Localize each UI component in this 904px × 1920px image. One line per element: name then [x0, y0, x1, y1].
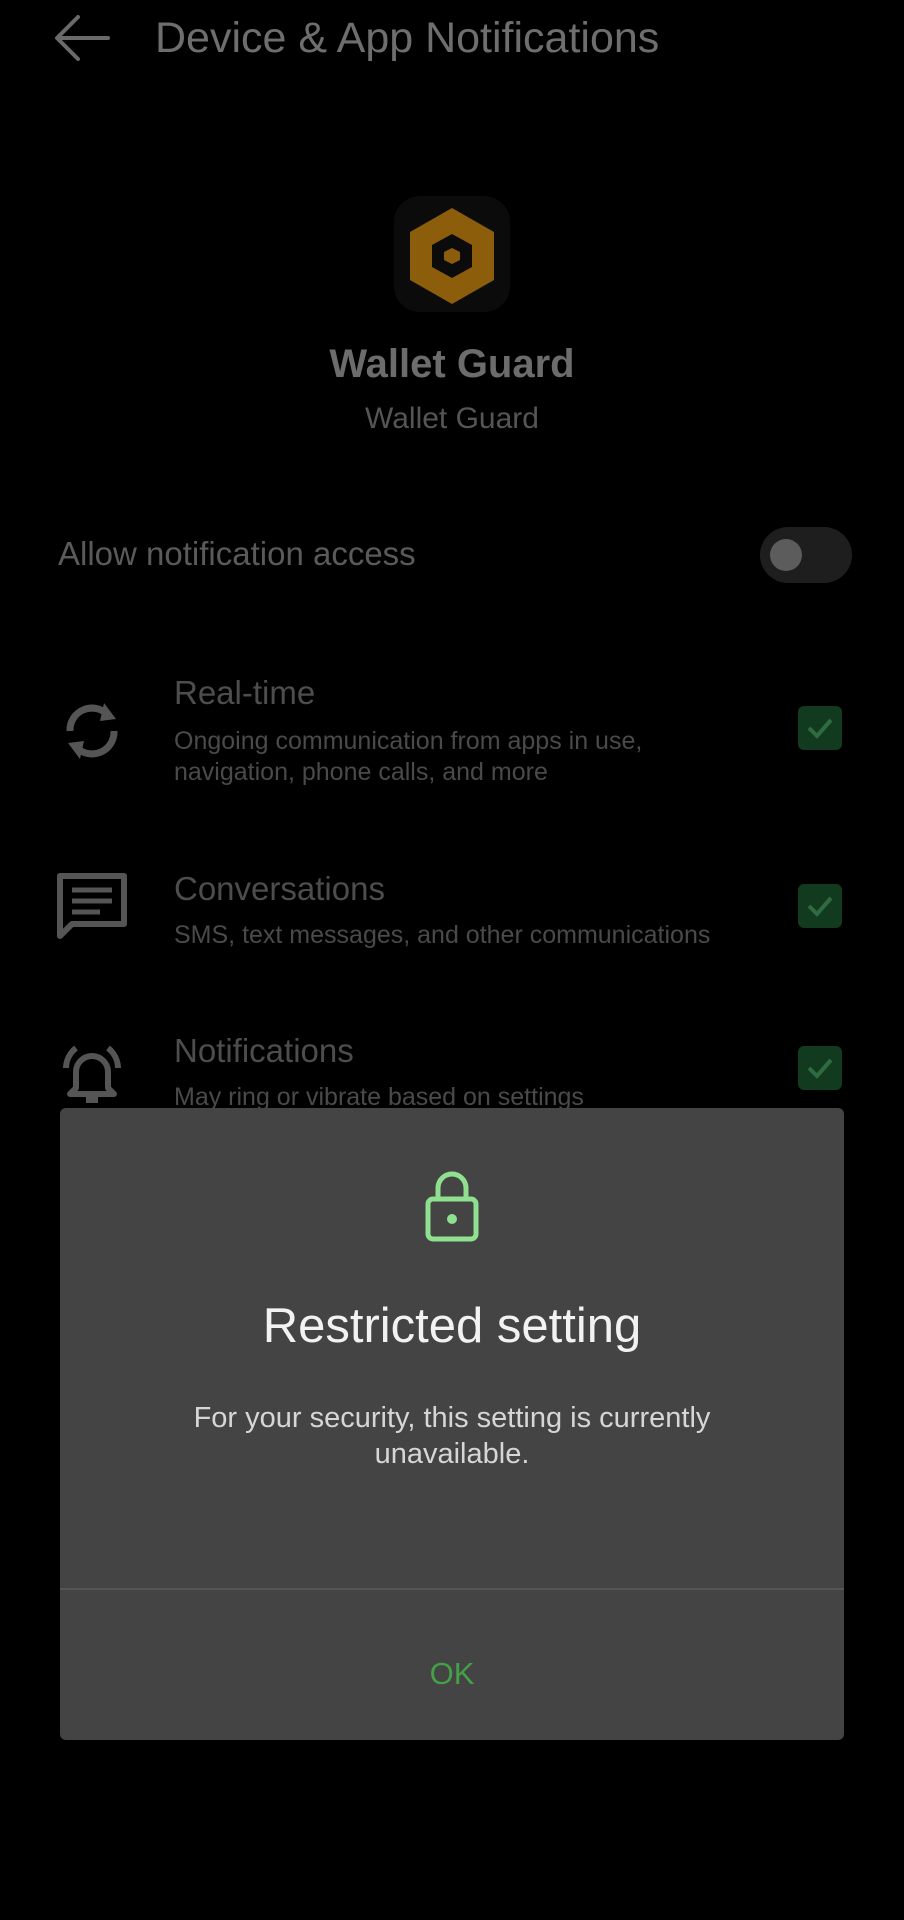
screen: Device & App Notifications Wallet Guard …: [0, 0, 904, 1920]
category-description: May ring or vibrate based on settings: [174, 1083, 584, 1108]
category-label: Real-time: [174, 674, 316, 711]
app-bar: Device & App Notifications: [0, 0, 904, 90]
ok-button[interactable]: OK: [392, 1644, 512, 1704]
app-name: Wallet Guard: [329, 342, 575, 386]
real-time-checkbox[interactable]: [798, 706, 842, 750]
category-description: Ongoing communication from apps in use, …: [174, 727, 643, 786]
chat-message-icon: [57, 873, 127, 939]
check-icon: [807, 896, 833, 917]
app-icon: [394, 196, 510, 312]
allow-notification-toggle[interactable]: [760, 527, 852, 583]
check-icon: [807, 718, 833, 739]
lock-icon: [425, 1171, 479, 1242]
category-label: Conversations: [174, 870, 385, 907]
back-button[interactable]: [52, 12, 112, 64]
category-description: SMS, text messages, and other communicat…: [174, 921, 711, 949]
toggle-knob: [770, 539, 802, 571]
conversations-checkbox[interactable]: [798, 884, 842, 928]
page-title: Device & App Notifications: [155, 14, 660, 62]
category-label: Notifications: [174, 1032, 354, 1069]
wallet-guard-logo-icon: [410, 208, 494, 304]
restricted-setting-dialog: Restricted setting For your security, th…: [60, 1108, 844, 1740]
check-icon: [807, 1058, 833, 1079]
sync-icon: [66, 703, 118, 759]
allow-notification-label: Allow notification access: [58, 535, 416, 572]
notifications-checkbox[interactable]: [798, 1046, 842, 1090]
ringing-bell-icon: [63, 1045, 121, 1103]
dialog-title: Restricted setting: [262, 1299, 642, 1353]
app-subtitle: Wallet Guard: [365, 402, 539, 435]
dialog-message: For your security, this setting is curre…: [193, 1402, 711, 1470]
back-arrow-icon: [55, 15, 110, 61]
dialog-divider: [60, 1588, 844, 1590]
